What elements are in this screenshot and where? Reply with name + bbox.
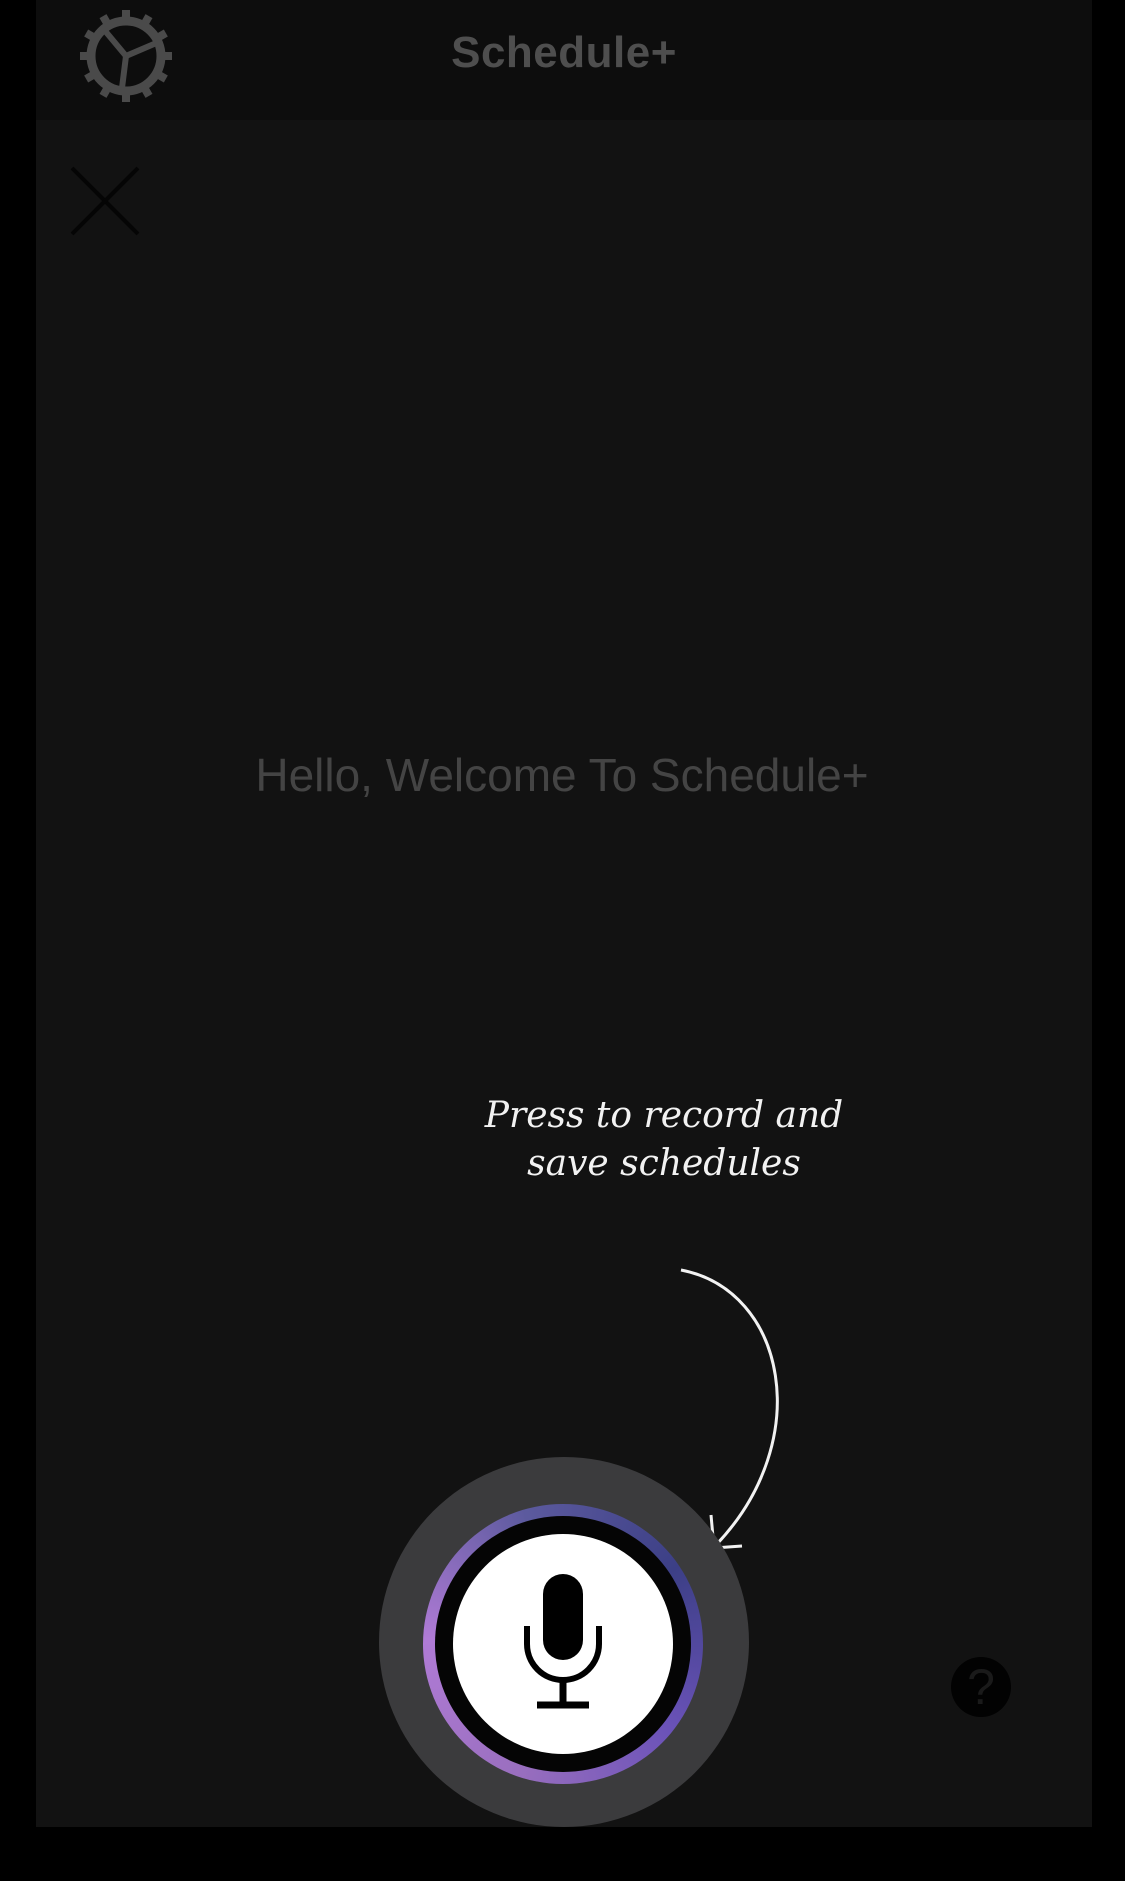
record-hint: Press to record and save schedules [424,1092,904,1188]
app-screen: Schedule+ Hello, Welcome To Schedule+ Pr… [36,0,1092,1827]
record-button-ring [423,1504,703,1784]
close-icon [70,166,140,236]
record-button[interactable] [453,1534,673,1754]
help-button[interactable]: ? [951,1657,1011,1717]
record-hint-line-1: Press to record and [484,1095,844,1136]
record-button-ring-inner [435,1516,691,1772]
welcome-message: Hello, Welcome To Schedule+ [255,749,869,801]
question-icon: ? [967,1659,995,1715]
record-button-halo [379,1457,749,1827]
navigation-bar: Schedule+ [36,0,1092,120]
microphone-icon [519,1574,607,1714]
close-button[interactable] [66,160,146,240]
record-hint-line-2: save schedules [527,1143,801,1184]
app-title: Schedule+ [451,28,677,77]
